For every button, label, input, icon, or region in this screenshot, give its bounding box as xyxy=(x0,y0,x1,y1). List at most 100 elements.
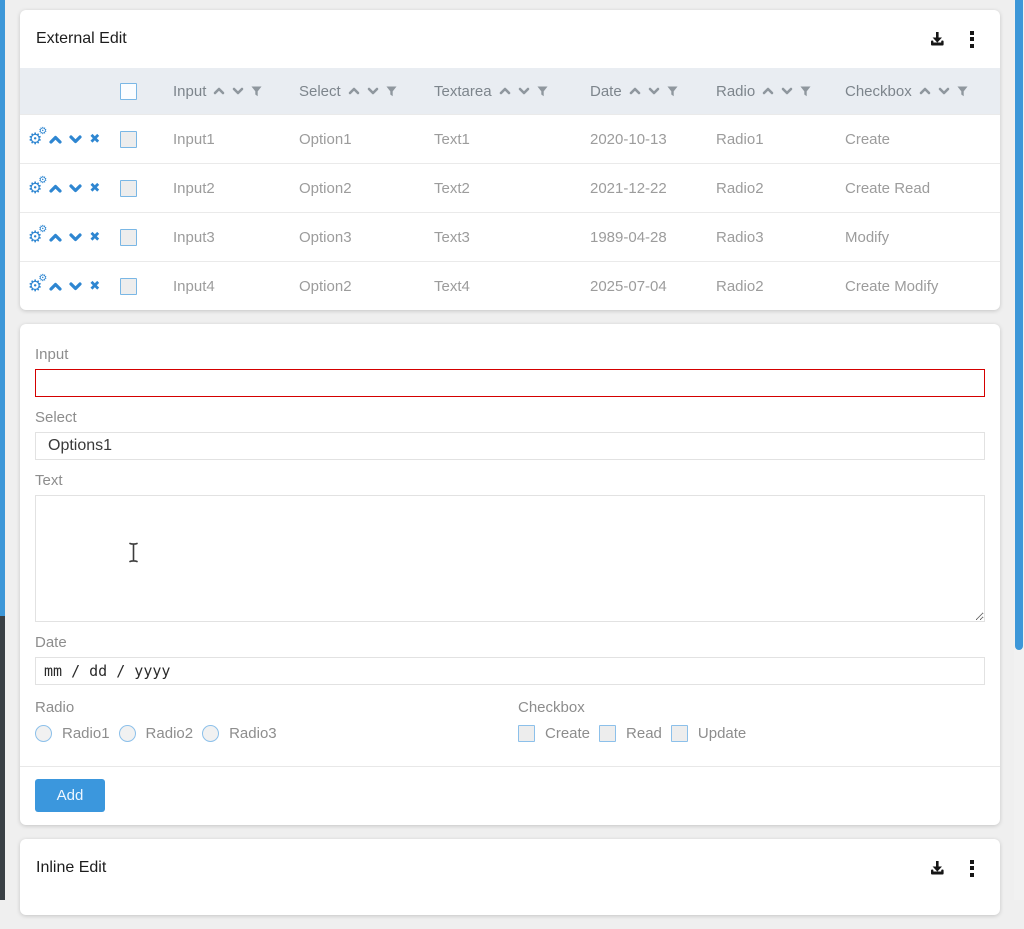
download-icon[interactable] xyxy=(928,30,946,48)
table-row: ⚙⚙ ✖ Input2 Option2 Text2 2021-12-22 Rad… xyxy=(20,163,1000,212)
column-header-select: Select xyxy=(289,83,424,100)
vertical-scrollbar-thumb[interactable] xyxy=(1015,0,1023,650)
row-select-checkbox[interactable] xyxy=(120,229,137,246)
sort-desc-icon[interactable] xyxy=(648,87,660,95)
delete-x-icon[interactable]: ✖ xyxy=(89,231,100,244)
row-checkbox-cell xyxy=(112,131,163,148)
sort-asc-icon[interactable] xyxy=(762,87,774,95)
external-edit-card: External Edit xyxy=(20,10,1000,310)
radio-checkbox-row: Radio Radio1 Radio2 Radio3 xyxy=(35,687,985,760)
card-actions xyxy=(928,30,974,48)
sort-desc-icon[interactable] xyxy=(232,87,244,95)
left-scrollbar-thumb[interactable] xyxy=(0,0,5,616)
column-label: Radio xyxy=(716,83,755,100)
inline-edit-card: Inline Edit xyxy=(20,839,1000,915)
move-up-icon[interactable] xyxy=(49,135,62,144)
sort-desc-icon[interactable] xyxy=(518,87,530,95)
sort-asc-icon[interactable] xyxy=(629,87,641,95)
radio-button[interactable] xyxy=(35,725,52,742)
delete-x-icon[interactable]: ✖ xyxy=(89,280,100,293)
cell-date: 2021-12-22 xyxy=(580,180,706,197)
delete-x-icon[interactable]: ✖ xyxy=(89,182,100,195)
checkbox-group: Checkbox Create Read Update xyxy=(518,687,985,760)
filter-icon[interactable] xyxy=(800,86,811,97)
move-down-icon[interactable] xyxy=(69,135,82,144)
table-row: ⚙⚙ ✖ Input1 Option1 Text1 2020-10-13 Rad… xyxy=(20,114,1000,163)
row-checkbox-cell xyxy=(112,278,163,295)
move-up-icon[interactable] xyxy=(49,184,62,193)
filter-icon[interactable] xyxy=(667,86,678,97)
add-button[interactable]: Add xyxy=(35,779,105,812)
sort-desc-icon[interactable] xyxy=(367,87,379,95)
move-up-icon[interactable] xyxy=(49,282,62,291)
table-header-row: Input Select Textarea Date xyxy=(20,68,1000,114)
checkbox-option: Update xyxy=(671,725,746,742)
row-actions: ⚙⚙ ✖ xyxy=(20,229,112,245)
date-label: Date xyxy=(35,634,985,651)
row-select-checkbox[interactable] xyxy=(120,131,137,148)
filter-icon[interactable] xyxy=(251,86,262,97)
radio-option-label: Radio3 xyxy=(229,725,277,742)
text-label: Text xyxy=(35,472,985,489)
sort-desc-icon[interactable] xyxy=(938,87,950,95)
text-textarea[interactable] xyxy=(35,495,985,622)
filter-icon[interactable] xyxy=(386,86,397,97)
select-label: Select xyxy=(35,409,985,426)
filter-icon[interactable] xyxy=(957,86,968,97)
settings-cogs-icon[interactable]: ⚙⚙ xyxy=(28,278,42,294)
checkbox[interactable] xyxy=(599,725,616,742)
column-label: Select xyxy=(299,83,341,100)
checkbox-option: Read xyxy=(599,725,662,742)
row-select-checkbox[interactable] xyxy=(120,278,137,295)
table-row: ⚙⚙ ✖ Input4 Option2 Text4 2025-07-04 Rad… xyxy=(20,261,1000,310)
select-all-checkbox[interactable] xyxy=(120,83,137,100)
column-label: Textarea xyxy=(434,83,492,100)
move-down-icon[interactable] xyxy=(69,233,82,242)
input-field[interactable] xyxy=(35,369,985,397)
date-input[interactable]: mm / dd / yyyy xyxy=(35,657,985,685)
sort-asc-icon[interactable] xyxy=(213,87,225,95)
card-actions xyxy=(928,859,974,877)
row-select-checkbox[interactable] xyxy=(120,180,137,197)
move-down-icon[interactable] xyxy=(69,282,82,291)
cell-textarea: Text1 xyxy=(424,131,580,148)
kebab-menu-icon[interactable] xyxy=(970,860,974,877)
table-row: ⚙⚙ ✖ Input3 Option3 Text3 1989-04-28 Rad… xyxy=(20,212,1000,261)
page-content: External Edit xyxy=(20,10,1000,929)
filter-icon[interactable] xyxy=(537,86,548,97)
cell-checkbox: Create Modify xyxy=(835,278,1000,295)
move-up-icon[interactable] xyxy=(49,233,62,242)
cell-select: Option2 xyxy=(289,180,424,197)
column-header-radio: Radio xyxy=(706,83,835,100)
cell-date: 1989-04-28 xyxy=(580,229,706,246)
sort-asc-icon[interactable] xyxy=(499,87,511,95)
select-dropdown[interactable]: Options1 xyxy=(35,432,985,460)
left-edge-dark-strip xyxy=(0,616,5,900)
checkbox-option-label: Read xyxy=(626,725,662,742)
radio-option: Radio3 xyxy=(202,725,277,742)
checkbox-option: Create xyxy=(518,725,590,742)
cell-radio: Radio2 xyxy=(706,180,835,197)
row-actions: ⚙⚙ ✖ xyxy=(20,131,112,147)
settings-cogs-icon[interactable]: ⚙⚙ xyxy=(28,229,42,245)
sort-asc-icon[interactable] xyxy=(348,87,360,95)
delete-x-icon[interactable]: ✖ xyxy=(89,133,100,146)
checkbox[interactable] xyxy=(671,725,688,742)
radio-option: Radio2 xyxy=(119,725,194,742)
checkbox-option-label: Create xyxy=(545,725,590,742)
settings-cogs-icon[interactable]: ⚙⚙ xyxy=(28,131,42,147)
move-down-icon[interactable] xyxy=(69,184,82,193)
checkbox[interactable] xyxy=(518,725,535,742)
sort-desc-icon[interactable] xyxy=(781,87,793,95)
radio-button[interactable] xyxy=(202,725,219,742)
vertical-scrollbar-track[interactable] xyxy=(1014,0,1024,900)
sort-asc-icon[interactable] xyxy=(919,87,931,95)
settings-cogs-icon[interactable]: ⚙⚙ xyxy=(28,180,42,196)
row-actions: ⚙⚙ ✖ xyxy=(20,278,112,294)
kebab-menu-icon[interactable] xyxy=(970,31,974,48)
cell-date: 2025-07-04 xyxy=(580,278,706,295)
download-icon[interactable] xyxy=(928,859,946,877)
header-checkbox-cell xyxy=(112,83,163,100)
cell-textarea: Text2 xyxy=(424,180,580,197)
radio-button[interactable] xyxy=(119,725,136,742)
